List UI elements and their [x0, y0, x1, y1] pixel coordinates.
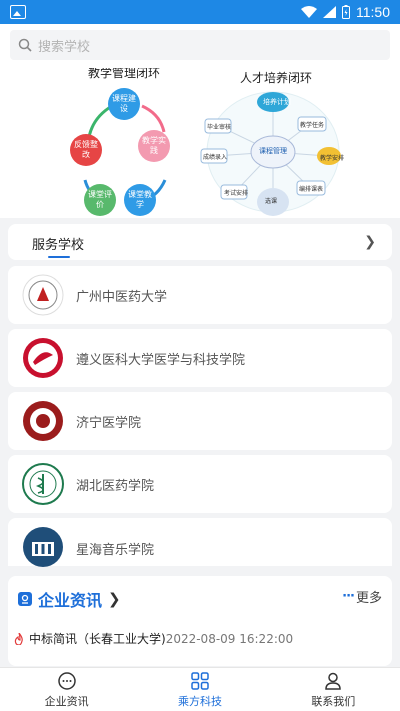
news-item-time: 2022-08-09 16:22:00 [165, 631, 294, 646]
hub-node-1: 培养计划 [263, 98, 291, 106]
more-link[interactable]: ··· 更多 [342, 587, 382, 606]
section-underline [48, 256, 70, 258]
cycle-node-3: 课堂教学 [124, 184, 156, 216]
school-item[interactable]: 济宁医学院 [8, 392, 392, 450]
hub-node-8: 成绩录入 [203, 154, 228, 161]
school-item[interactable]: 广州中医药大学 [8, 266, 392, 324]
hub-node-3: 教学任务 [300, 122, 325, 129]
battery-icon [342, 5, 350, 19]
person-icon [325, 672, 342, 690]
grid-icon [191, 671, 209, 690]
banner-carousel[interactable]: 教学管理闭环 人才培养闭环 课程建设 教学实践 课堂教学 课堂评价 反馈整改 培… [0, 68, 400, 218]
tab-home[interactable]: 乘方科技 [133, 668, 266, 711]
search-bar: 搜索学校 [0, 24, 400, 68]
school-name: 济宁医学院 [76, 415, 142, 431]
school-logo [22, 463, 64, 505]
tab-news[interactable]: 企业资讯 [0, 668, 133, 711]
school-name: 湖北医药学院 [76, 478, 155, 494]
hub-node-6: 选课 [265, 198, 278, 205]
school-logo [22, 526, 64, 568]
cycle-node-1: 课程建设 [108, 88, 140, 120]
hub-node-7: 考试安排 [224, 190, 249, 197]
chat-icon [57, 671, 76, 690]
location-icon [18, 592, 32, 606]
status-icons: 11:50 [301, 4, 390, 20]
news-title: 企业资讯 [38, 591, 103, 610]
news-section: 企业资讯 ❯ ··· 更多 中标简讯（长春工业大学) 2022-08-09 16… [8, 576, 392, 666]
more-label: 更多 [355, 591, 382, 606]
clock: 11:50 [356, 4, 390, 20]
tab-label: 企业资讯 [44, 694, 89, 708]
news-item-title: 中标简讯（长春工业大学) [29, 632, 166, 646]
school-item[interactable]: 遵义医科大学医学与科技学院 [8, 329, 392, 387]
search-icon [18, 38, 32, 52]
search-placeholder: 搜索学校 [38, 39, 91, 55]
cycle-node-4: 课堂评价 [84, 184, 116, 216]
school-logo [22, 274, 64, 316]
school-item[interactable]: 星海音乐学院 [8, 518, 392, 568]
banner-left-title: 教学管理闭环 [88, 68, 161, 80]
hub-node-2: 毕业审核 [207, 124, 232, 131]
school-name: 遵义医科大学医学与科技学院 [76, 352, 246, 368]
cycle-node-2: 教学实践 [138, 130, 170, 162]
hub-node-5: 编排课表 [299, 186, 324, 193]
news-header[interactable]: 企业资讯 ❯ [18, 587, 121, 611]
news-item[interactable]: 中标简讯（长春工业大学) 2022-08-09 16:22:00 [14, 630, 293, 647]
status-bar: 11:50 [0, 0, 400, 24]
wifi-icon [301, 6, 317, 18]
signal-icon [323, 6, 336, 18]
school-name: 广州中医药大学 [76, 289, 168, 305]
section-title: 服务学校 [32, 238, 85, 253]
more-dots-icon: ··· [342, 589, 355, 604]
tab-contact[interactable]: 联系我们 [267, 668, 400, 711]
search-input[interactable]: 搜索学校 [10, 30, 390, 60]
school-logo [22, 400, 64, 442]
chevron-right-icon: ❯ [108, 590, 121, 608]
school-item[interactable]: 湖北医药学院 [8, 455, 392, 513]
school-name: 星海音乐学院 [76, 543, 155, 558]
chevron-right-icon[interactable]: ❯ [364, 234, 376, 250]
tab-label: 联系我们 [311, 694, 356, 708]
hub-node-4: 教学安排 [320, 155, 345, 162]
hub-center: 课程管理 [259, 147, 287, 155]
tab-label: 乘方科技 [177, 694, 222, 708]
cycle-node-5: 反馈整改 [70, 134, 102, 166]
schools-section-header[interactable]: 服务学校 ❯ [8, 224, 392, 260]
school-logo [22, 337, 64, 379]
bottom-tab-bar: 企业资讯 乘方科技 联系我们 [0, 667, 400, 711]
gallery-icon [10, 5, 26, 19]
flame-icon [14, 632, 23, 645]
